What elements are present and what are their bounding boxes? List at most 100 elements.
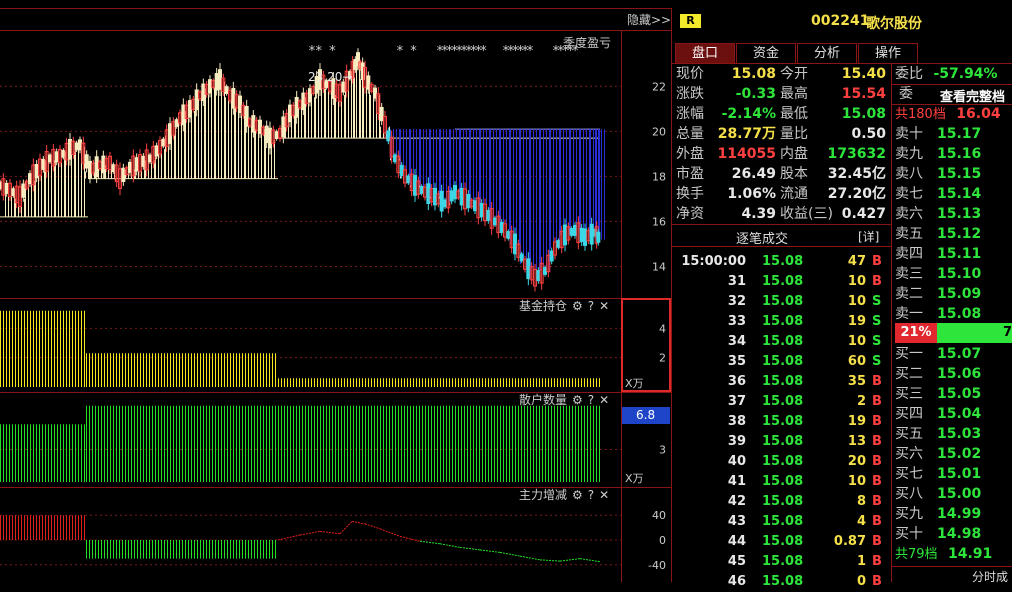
candle-body <box>214 73 219 91</box>
close-icon[interactable]: ✕ <box>599 488 609 502</box>
retail-panel-label: 散户数量 <box>519 393 568 407</box>
candle-body <box>264 125 269 144</box>
ask-price: 15.12 <box>937 226 982 242</box>
fund-unit: X万 <box>625 377 644 390</box>
help-icon[interactable]: ? <box>588 488 594 502</box>
candle-body <box>589 223 594 245</box>
close-icon[interactable]: ✕ <box>599 393 609 407</box>
sell-ratio-bar: 7 <box>937 323 1012 343</box>
ask-label: 卖六 <box>895 206 923 222</box>
help-icon[interactable]: ? <box>588 393 594 407</box>
trade-price: 15.08 <box>762 494 804 509</box>
candle-body <box>244 105 249 127</box>
bid-level[interactable]: 买五 15.03 <box>895 424 1012 444</box>
candle-body <box>68 138 72 160</box>
trade-time: 46 <box>727 574 746 589</box>
ask-label: 卖三 <box>895 266 923 282</box>
ask-level[interactable]: 卖七 15.14 <box>895 184 1012 204</box>
trades-detail-link[interactable]: [详] <box>858 228 879 245</box>
fund-panel-label: 基金持仓 <box>519 299 568 313</box>
view-full-book-button[interactable]: 查看完整档 <box>940 86 1005 105</box>
ask-level[interactable]: 卖十 15.17 <box>895 124 1012 144</box>
y-tick-label: 2 <box>659 352 666 365</box>
trade-time: 44 <box>727 534 746 549</box>
candle-body <box>88 160 92 179</box>
timeshare-tab[interactable]: 分时成 <box>972 568 1008 585</box>
ask-label: 卖四 <box>895 246 923 262</box>
close-icon[interactable]: ✕ <box>599 299 609 313</box>
trade-row: 32 15.08 10 S <box>672 292 890 312</box>
gear-icon[interactable]: ⚙ <box>572 488 583 502</box>
trade-side: B <box>872 274 882 289</box>
tab-panko[interactable]: 盘口 <box>675 43 735 64</box>
candle-body <box>0 181 2 190</box>
candle-body <box>161 138 166 147</box>
bid-level[interactable]: 买三 15.05 <box>895 384 1012 404</box>
candle-body <box>74 142 79 151</box>
bid-level[interactable]: 买六 15.02 <box>895 444 1012 464</box>
ask-level[interactable]: 卖一 15.08 <box>895 304 1012 324</box>
trade-time: 43 <box>727 514 746 529</box>
hide-toggle[interactable]: 隐藏>> <box>627 11 671 28</box>
candle-body <box>84 154 89 169</box>
bid-label: 买二 <box>895 366 923 382</box>
force-line-segment <box>439 543 461 548</box>
quote-left-value-4: 114055 <box>717 146 776 162</box>
bid-level[interactable]: 买一 15.07 <box>895 344 1012 364</box>
trade-side: B <box>872 454 882 469</box>
y-tick-label: -40 <box>648 559 666 572</box>
candle-body <box>251 115 256 133</box>
ask-level[interactable]: 卖三 15.10 <box>895 264 1012 284</box>
bid-level[interactable]: 买十 14.98 <box>895 524 1012 544</box>
candle-body <box>473 200 477 212</box>
force-line-segment <box>364 523 381 530</box>
ask-level[interactable]: 卖九 15.16 <box>895 144 1012 164</box>
candle-body <box>54 151 59 163</box>
candle-body <box>121 167 126 183</box>
ask-level[interactable]: 卖八 15.15 <box>895 164 1012 184</box>
tab-operate[interactable]: 操作 <box>858 43 918 64</box>
candle-body <box>413 175 417 196</box>
bid-price: 15.07 <box>937 346 982 362</box>
quote-left-value-5: 26.49 <box>731 166 776 182</box>
candle-body <box>101 155 106 174</box>
force-line-segment <box>351 520 366 525</box>
trade-row: 35 15.08 60 S <box>672 352 890 372</box>
ask-price: 15.17 <box>937 126 982 142</box>
candle-body <box>21 183 26 198</box>
trade-time: 36 <box>727 374 746 389</box>
bid-price: 15.00 <box>937 486 982 502</box>
trade-price: 15.08 <box>762 374 804 389</box>
candle-body <box>583 228 587 246</box>
bid-level[interactable]: 买八 15.00 <box>895 484 1012 504</box>
bid-level[interactable]: 买七 15.01 <box>895 464 1012 484</box>
ask-level[interactable]: 卖五 15.12 <box>895 224 1012 244</box>
help-icon[interactable]: ? <box>588 299 594 313</box>
bid-level[interactable]: 买九 14.99 <box>895 504 1012 524</box>
ask-level[interactable]: 卖二 15.09 <box>895 284 1012 304</box>
gear-icon[interactable]: ⚙ <box>572 393 583 407</box>
bid-label: 买一 <box>895 346 923 362</box>
ask-label: 卖七 <box>895 186 923 202</box>
bid-label: 买七 <box>895 466 923 482</box>
tab-analysis[interactable]: 分析 <box>797 43 857 64</box>
ask-level[interactable]: 卖六 15.13 <box>895 204 1012 224</box>
gear-icon[interactable]: ⚙ <box>572 299 583 313</box>
ask-level[interactable]: 卖四 15.11 <box>895 244 1012 264</box>
candle-body <box>543 267 547 275</box>
quote-left-value-6: 1.06% <box>727 186 776 202</box>
bid-level[interactable]: 买二 15.06 <box>895 364 1012 384</box>
candle-body <box>294 96 299 118</box>
y-tick-label: 4 <box>659 322 666 335</box>
y-tick-label: 22 <box>652 80 666 93</box>
retail-current-value: 6.8 <box>636 408 656 422</box>
bid-label: 买八 <box>895 486 923 502</box>
tab-funds[interactable]: 资金 <box>736 43 796 64</box>
candle-body <box>128 161 132 173</box>
main-force-line <box>277 520 601 563</box>
bid-price: 14.98 <box>937 526 982 542</box>
bid-level[interactable]: 买四 15.04 <box>895 404 1012 424</box>
bid-label: 买五 <box>895 426 923 442</box>
trade-time: 31 <box>727 274 746 289</box>
trade-row: 40 15.08 20 B <box>672 452 890 472</box>
